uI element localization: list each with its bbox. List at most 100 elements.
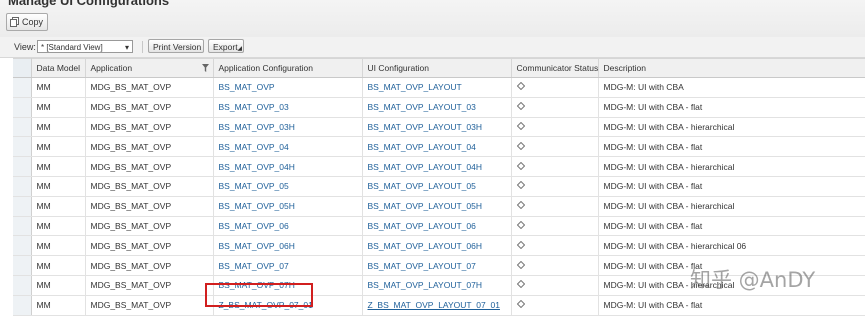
row-selector[interactable] [13,196,32,217]
application-configuration-link[interactable]: BS_MAT_OVP_03 [219,102,289,112]
cell-communicator-status [511,136,599,158]
diamond-status-icon [516,240,525,249]
application-configuration-link[interactable]: BS_MAT_OVP_05 [219,181,289,191]
cell-ui-configuration[interactable]: BS_MAT_OVP_LAYOUT_06H [362,235,512,257]
application-configuration-link[interactable]: BS_MAT_OVP_07H [219,280,295,290]
row-selector[interactable] [13,156,32,177]
application-configuration-link[interactable]: BS_MAT_OVP [219,82,275,92]
row-selector[interactable] [13,255,32,276]
ui-configuration-link[interactable]: BS_MAT_OVP_LAYOUT_07 [368,261,476,271]
table-row[interactable]: MM MDG_BS_MAT_OVP BS_MAT_OVP BS_MAT_OVP_LAY… [13,77,865,98]
filter-icon[interactable] [201,64,209,72]
application-configuration-link[interactable]: BS_MAT_OVP_06 [219,221,289,231]
cell-application: MDG_BS_MAT_OVP [85,295,214,316]
row-selector[interactable] [13,117,32,138]
ui-configuration-link[interactable]: BS_MAT_OVP_LAYOUT_03 [368,102,476,112]
cell-application-configuration[interactable]: BS_MAT_OVP_06 [213,216,363,237]
view-select-value: * [Standard View] [41,43,103,52]
application-configuration-link[interactable]: BS_MAT_OVP_03H [219,122,295,132]
column-header-application-label: Application [90,63,133,73]
column-header-ui-configuration[interactable]: UI Configuration [362,58,512,78]
cell-ui-configuration[interactable]: BS_MAT_OVP_LAYOUT [362,77,512,98]
cell-application-configuration[interactable]: BS_MAT_OVP_03 [213,97,363,118]
cell-ui-configuration[interactable]: BS_MAT_OVP_LAYOUT_04 [362,136,512,158]
diamond-status-icon [516,121,525,131]
table-row[interactable]: MM MDG_BS_MAT_OVP BS_MAT_OVP_03H BS_MAT_OVP… [13,117,865,138]
table-row[interactable]: MM MDG_BS_MAT_OVP BS_MAT_OVP_07 BS_MAT_OVP_… [13,255,865,276]
cell-application-configuration[interactable]: BS_MAT_OVP_07H [213,275,363,296]
table-row[interactable]: MM MDG_BS_MAT_OVP BS_MAT_OVP_05H BS_MAT_OVP… [13,196,865,217]
page-title: Manage UI Configurations [8,0,170,8]
print-version-button[interactable]: Print Version [148,39,204,53]
cell-application-configuration[interactable]: BS_MAT_OVP_05 [213,176,363,197]
cell-description: MDG-M: UI with CBA - hierarchical 06 [598,235,865,257]
ui-configuration-link[interactable]: BS_MAT_OVP_LAYOUT_03H [368,122,482,132]
view-select[interactable]: * [Standard View] ▾ [37,40,133,53]
application-configuration-link[interactable]: BS_MAT_OVP_04H [219,162,295,172]
select-all-cell[interactable] [13,58,32,78]
application-configuration-link[interactable]: Z_BS_MAT_OVP_07_01 [219,300,313,310]
cell-application-configuration[interactable]: BS_MAT_OVP_04H [213,156,363,177]
table-row[interactable]: MM MDG_BS_MAT_OVP BS_MAT_OVP_05 BS_MAT_OVP_… [13,176,865,197]
cell-ui-configuration[interactable]: BS_MAT_OVP_LAYOUT_07 [362,255,512,276]
ui-configuration-link[interactable]: BS_MAT_OVP_LAYOUT_06 [368,221,476,231]
export-button[interactable]: Export ◢ [208,39,244,53]
table-row[interactable]: MM MDG_BS_MAT_OVP BS_MAT_OVP_07H BS_MAT_OVP… [13,275,865,296]
cell-ui-configuration[interactable]: Z_BS_MAT_OVP_LAYOUT_07_01 [362,295,512,316]
ui-configuration-link[interactable]: BS_MAT_OVP_LAYOUT_04 [368,142,476,152]
cell-application-configuration[interactable]: BS_MAT_OVP_07 [213,255,363,276]
cell-ui-configuration[interactable]: BS_MAT_OVP_LAYOUT_05H [362,196,512,217]
copy-button[interactable]: Copy [6,13,49,31]
row-selector[interactable] [13,77,32,98]
row-selector[interactable] [13,275,32,296]
cell-application-configuration[interactable]: Z_BS_MAT_OVP_07_01 [213,295,363,316]
cell-application-configuration[interactable]: BS_MAT_OVP_04 [213,136,363,158]
row-selector[interactable] [13,216,32,237]
diamond-status-icon [516,260,525,269]
cell-application-configuration[interactable]: BS_MAT_OVP_06H [213,235,363,257]
application-configuration-link[interactable]: BS_MAT_OVP_04 [219,142,289,152]
row-selector[interactable] [13,97,32,118]
cell-communicator-status [511,235,599,257]
column-header-application-configuration[interactable]: Application Configuration [213,58,363,78]
cell-application: MDG_BS_MAT_OVP [85,275,214,296]
cell-ui-configuration[interactable]: BS_MAT_OVP_LAYOUT_03 [362,97,512,118]
cell-data-model: MM [31,176,86,197]
cell-application-configuration[interactable]: BS_MAT_OVP_05H [213,196,363,217]
row-selector[interactable] [13,295,32,316]
ui-configuration-link[interactable]: BS_MAT_OVP_LAYOUT_04H [368,162,482,172]
column-header-data-model[interactable]: Data Model [31,58,86,78]
table-row[interactable]: MM MDG_BS_MAT_OVP Z_BS_MAT_OVP_07_01 Z_BS_M… [13,295,865,316]
cell-ui-configuration[interactable]: BS_MAT_OVP_LAYOUT_07H [362,275,512,296]
application-configuration-link[interactable]: BS_MAT_OVP_05H [219,201,295,211]
cell-ui-configuration[interactable]: BS_MAT_OVP_LAYOUT_03H [362,117,512,138]
ui-configuration-link[interactable]: BS_MAT_OVP_LAYOUT_05 [368,181,476,191]
cell-application: MDG_BS_MAT_OVP [85,77,214,98]
cell-ui-configuration[interactable]: BS_MAT_OVP_LAYOUT_06 [362,216,512,237]
cell-ui-configuration[interactable]: BS_MAT_OVP_LAYOUT_05 [362,176,512,197]
column-header-description[interactable]: Description [598,58,865,78]
diamond-status-icon [516,181,525,190]
table-row[interactable]: MM MDG_BS_MAT_OVP BS_MAT_OVP_03 BS_MAT_OVP_… [13,97,865,118]
ui-configuration-link[interactable]: BS_MAT_OVP_LAYOUT_05H [368,201,482,211]
table-row[interactable]: MM MDG_BS_MAT_OVP BS_MAT_OVP_06 BS_MAT_OVP_… [13,216,865,237]
column-header-application[interactable]: Application [85,58,214,78]
application-configuration-link[interactable]: BS_MAT_OVP_06H [219,241,295,251]
diamond-status-icon [516,101,525,111]
row-selector[interactable] [13,235,32,257]
ui-configuration-link[interactable]: BS_MAT_OVP_LAYOUT_07H [368,280,482,290]
cell-communicator-status [511,196,599,217]
cell-application-configuration[interactable]: BS_MAT_OVP_03H [213,117,363,138]
column-header-communicator-status[interactable]: Communicator Status [511,58,599,78]
application-configuration-link[interactable]: BS_MAT_OVP_07 [219,261,289,271]
ui-configuration-link[interactable]: Z_BS_MAT_OVP_LAYOUT_07_01 [368,300,500,310]
row-selector[interactable] [13,136,32,158]
table-row[interactable]: MM MDG_BS_MAT_OVP BS_MAT_OVP_04H BS_MAT_OVP… [13,156,865,177]
row-selector[interactable] [13,176,32,197]
ui-configuration-link[interactable]: BS_MAT_OVP_LAYOUT [368,82,462,92]
ui-configuration-link[interactable]: BS_MAT_OVP_LAYOUT_06H [368,241,482,251]
cell-application-configuration[interactable]: BS_MAT_OVP [213,77,363,98]
table-row[interactable]: MM MDG_BS_MAT_OVP BS_MAT_OVP_04 BS_MAT_OVP_… [13,136,865,158]
cell-ui-configuration[interactable]: BS_MAT_OVP_LAYOUT_04H [362,156,512,177]
table-row[interactable]: MM MDG_BS_MAT_OVP BS_MAT_OVP_06H BS_MAT_OVP… [13,235,865,257]
